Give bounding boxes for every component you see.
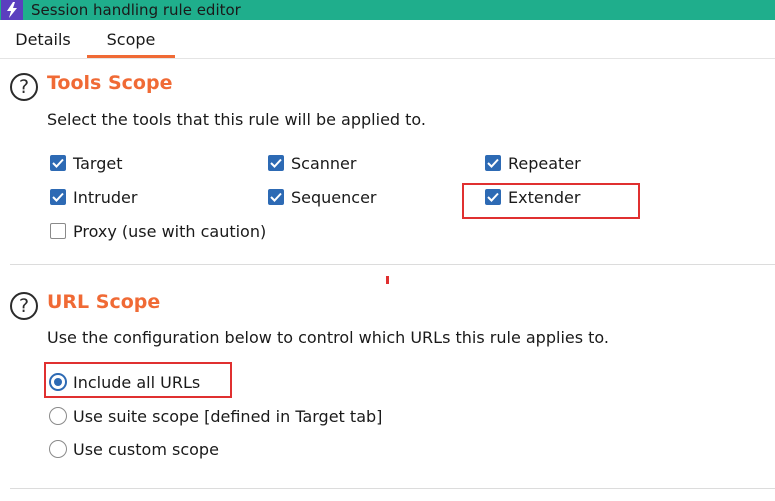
radio-use-suite-scope[interactable]: Use suite scope [defined in Target tab]	[49, 406, 382, 426]
title-bar: Session handling rule editor	[0, 0, 775, 20]
red-marker	[386, 276, 389, 284]
section-divider	[10, 264, 775, 265]
session-rule-editor-window: Session handling rule editor Details Sco…	[0, 0, 775, 501]
checkbox-checked-icon	[268, 189, 284, 205]
highlight-box-extender	[462, 183, 640, 219]
window-title: Session handling rule editor	[31, 1, 241, 19]
radio-unselected-icon	[49, 407, 67, 425]
radio-label: Use custom scope	[73, 439, 219, 459]
checkbox-label: Target	[73, 153, 123, 173]
checkbox-target[interactable]: Target	[50, 153, 123, 173]
checkbox-checked-icon	[50, 155, 66, 171]
checkbox-label: Sequencer	[291, 187, 377, 207]
tools-scope-title: Tools Scope	[47, 72, 173, 94]
checkbox-label: Intruder	[73, 187, 138, 207]
tab-details-label: Details	[15, 29, 71, 49]
radio-unselected-icon	[49, 440, 67, 458]
checkbox-sequencer[interactable]: Sequencer	[268, 187, 377, 207]
checkbox-label: Scanner	[291, 153, 357, 173]
lightning-bolt-icon	[1, 0, 23, 20]
tab-details[interactable]: Details	[0, 20, 86, 58]
checkbox-repeater[interactable]: Repeater	[485, 153, 581, 173]
tab-scope[interactable]: Scope	[87, 20, 175, 58]
checkbox-checked-icon	[485, 155, 501, 171]
checkbox-scanner[interactable]: Scanner	[268, 153, 356, 173]
url-scope-title: URL Scope	[47, 291, 161, 313]
section-divider	[10, 488, 775, 489]
checkbox-unchecked-icon	[50, 223, 66, 239]
checkbox-label: Proxy (use with caution)	[73, 221, 267, 241]
checkbox-label: Repeater	[508, 153, 581, 173]
highlight-box-include-all	[44, 362, 232, 398]
radio-label: Use suite scope [defined in Target tab]	[73, 406, 383, 426]
radio-use-custom-scope[interactable]: Use custom scope	[49, 439, 219, 459]
checkbox-intruder[interactable]: Intruder	[50, 187, 137, 207]
checkbox-proxy[interactable]: Proxy (use with caution)	[50, 221, 266, 241]
checkbox-checked-icon	[268, 155, 284, 171]
checkbox-checked-icon	[50, 189, 66, 205]
active-tab-indicator	[87, 55, 175, 58]
tools-scope-description: Select the tools that this rule will be …	[47, 110, 427, 129]
tab-bar: Details Scope	[0, 20, 775, 59]
url-scope-description: Use the configuration below to control w…	[47, 328, 610, 347]
help-icon[interactable]: ?	[10, 292, 38, 320]
tab-scope-label: Scope	[106, 29, 156, 49]
help-icon[interactable]: ?	[10, 73, 38, 101]
